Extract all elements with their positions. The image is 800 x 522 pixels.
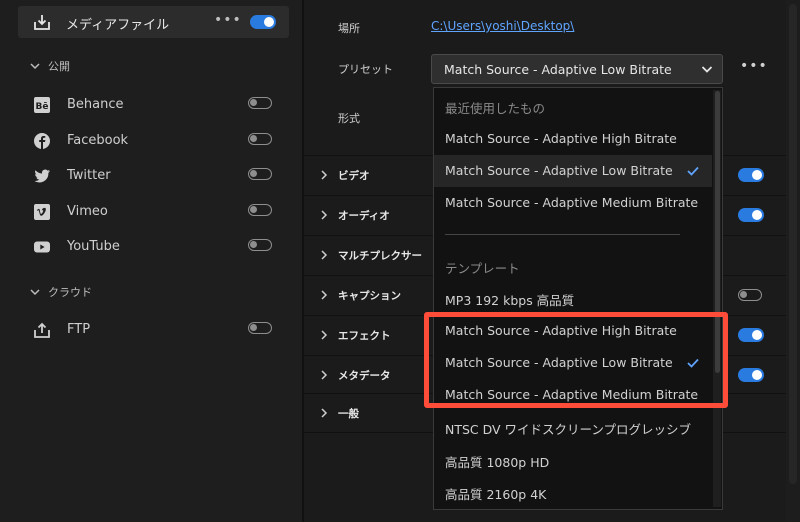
youtube-icon xyxy=(33,238,51,256)
media-file-row[interactable]: メディアファイル ••• xyxy=(18,6,289,38)
menu-item[interactable]: 高品質 1080p HD xyxy=(445,452,549,471)
preset-select[interactable]: Match Source - Adaptive Low Bitrate xyxy=(431,54,723,84)
chevron-right-icon xyxy=(320,329,328,344)
download-icon xyxy=(33,13,51,35)
chevron-down-icon xyxy=(30,286,40,299)
location-label: 場所 xyxy=(338,22,360,35)
media-file-label: メディアファイル xyxy=(66,18,170,33)
destination-name: Behance xyxy=(67,97,124,112)
video-toggle[interactable] xyxy=(738,168,764,182)
destination-facebook[interactable]: Facebook xyxy=(33,130,273,154)
template-header: テンプレート xyxy=(445,261,520,276)
destination-vimeo[interactable]: Vimeo xyxy=(33,201,273,225)
media-more-button[interactable]: ••• xyxy=(214,12,242,28)
destinations-panel: メディアファイル ••• 公開 Bē Behance Facebook Twit… xyxy=(0,0,302,522)
destination-name: Twitter xyxy=(67,168,111,183)
behance-icon: Bē xyxy=(33,96,51,114)
section-label: メタデータ xyxy=(338,370,391,382)
destination-twitter[interactable]: Twitter xyxy=(33,165,273,189)
chevron-right-icon xyxy=(320,369,328,384)
menu-item[interactable]: Match Source - Adaptive Medium Bitrate xyxy=(445,195,698,210)
section-label: エフェクト xyxy=(338,330,391,342)
menu-item-selected[interactable]: Match Source - Adaptive Low Bitrate xyxy=(445,163,673,178)
annotation-highlight-box xyxy=(424,312,728,408)
twitter-icon xyxy=(33,167,51,185)
metadata-toggle[interactable] xyxy=(738,368,764,382)
recent-header: 最近使用したもの xyxy=(445,101,546,116)
preset-label: プリセット xyxy=(338,63,393,76)
chevron-right-icon xyxy=(320,249,328,264)
facebook-icon xyxy=(33,132,51,150)
svg-text:Bē: Bē xyxy=(36,102,49,112)
preset-value: Match Source - Adaptive Low Bitrate xyxy=(444,62,672,77)
menu-item[interactable]: Match Source - Adaptive High Bitrate xyxy=(445,131,677,146)
menu-item[interactable]: NTSC DV ワイドスクリーンプログレッシブ xyxy=(445,419,691,438)
destination-youtube[interactable]: YouTube xyxy=(33,236,273,260)
section-label: オーディオ xyxy=(338,210,390,222)
preset-more-button[interactable]: ••• xyxy=(740,58,768,74)
chevron-down-icon xyxy=(30,60,40,73)
chevron-right-icon xyxy=(320,407,328,422)
location-path-link[interactable]: C:\Users\yoshi\Desktop\ xyxy=(431,19,574,33)
destination-name: YouTube xyxy=(67,239,120,254)
menu-item[interactable]: MP3 192 kbps 高品質 xyxy=(445,290,574,309)
ftp-toggle[interactable] xyxy=(248,322,272,334)
format-label: 形式 xyxy=(338,112,360,125)
publish-header-label: 公開 xyxy=(48,60,70,73)
destination-name: FTP xyxy=(67,322,91,337)
section-label: マルチプレクサー xyxy=(338,250,422,262)
chevron-right-icon xyxy=(320,209,328,224)
effects-toggle[interactable] xyxy=(738,328,764,342)
vimeo-icon xyxy=(33,203,51,221)
upload-icon xyxy=(33,321,51,339)
destination-name: Facebook xyxy=(67,133,129,148)
destination-behance[interactable]: Bē Behance xyxy=(33,94,273,118)
preset-dropdown-menu: 最近使用したもの Match Source - Adaptive High Bi… xyxy=(433,87,723,510)
cloud-header[interactable]: クラウド xyxy=(30,284,92,300)
chevron-down-icon xyxy=(701,63,713,78)
scrollbar-thumb[interactable] xyxy=(789,4,797,484)
publish-header[interactable]: 公開 xyxy=(30,58,70,74)
facebook-toggle[interactable] xyxy=(248,133,272,145)
destination-ftp[interactable]: FTP xyxy=(33,319,273,343)
chevron-right-icon xyxy=(320,169,328,184)
audio-toggle[interactable] xyxy=(738,208,764,222)
vimeo-toggle[interactable] xyxy=(248,204,272,216)
menu-item[interactable]: 高品質 2160p 4K xyxy=(445,484,546,503)
section-label: 一般 xyxy=(338,408,359,420)
media-toggle[interactable] xyxy=(250,15,276,29)
cloud-header-label: クラウド xyxy=(48,286,92,299)
captions-toggle[interactable] xyxy=(738,289,762,301)
chevron-right-icon xyxy=(320,289,328,304)
checkmark-icon xyxy=(687,165,699,180)
section-label: キャプション xyxy=(338,290,401,302)
youtube-toggle[interactable] xyxy=(248,239,272,251)
main-scrollbar[interactable] xyxy=(786,0,800,522)
section-label: ビデオ xyxy=(338,170,370,182)
behance-toggle[interactable] xyxy=(248,97,272,109)
menu-divider xyxy=(445,234,680,235)
twitter-toggle[interactable] xyxy=(248,168,272,180)
destination-name: Vimeo xyxy=(67,204,108,219)
